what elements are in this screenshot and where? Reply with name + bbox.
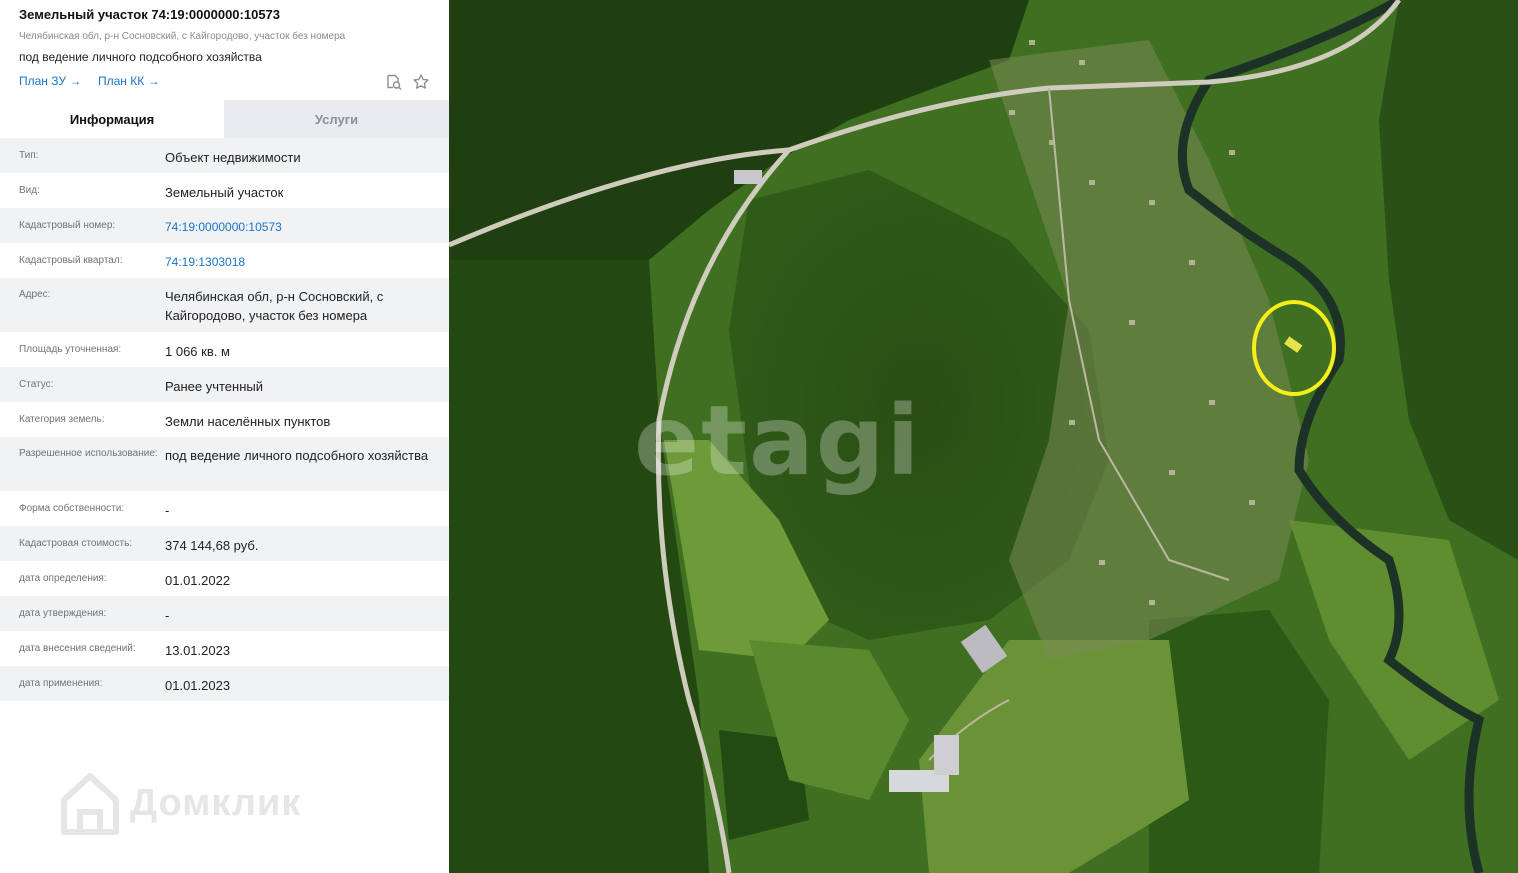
- info-row-label: Кадастровая стоимость:: [19, 538, 133, 549]
- info-row-value: 01.01.2022: [165, 573, 231, 588]
- info-row-label: Площадь уточненная:: [19, 344, 122, 355]
- info-row-label: дата утверждения:: [19, 608, 107, 619]
- info-row-value: под ведение личного подсобного хозяйства: [165, 448, 429, 463]
- info-row-value: 13.01.2023: [165, 643, 231, 658]
- satellite-map[interactable]: etagi: [449, 0, 1518, 873]
- plan-kk-link[interactable]: План КК →: [98, 74, 160, 88]
- search-doc-icon[interactable]: [385, 73, 403, 91]
- info-row: дата определения: 01.01.2022: [0, 561, 449, 596]
- map-canvas[interactable]: [449, 0, 1518, 873]
- info-row-value: Ранее учтенный: [165, 379, 263, 394]
- tab-bar: Информация Услуги: [0, 100, 449, 138]
- info-row-label: Категория земель:: [19, 414, 105, 425]
- info-row-value: 374 144,68 руб.: [165, 538, 259, 553]
- info-row-label: Кадастровый номер:: [19, 220, 116, 231]
- info-row-link[interactable]: 74:19:0000000:10573: [165, 218, 435, 237]
- info-row-value: 1 066 кв. м: [165, 344, 230, 359]
- info-row-value: -: [165, 608, 170, 623]
- info-row: Вид: Земельный участок: [0, 173, 449, 208]
- house-logo-icon: [61, 773, 119, 835]
- tab-information[interactable]: Информация: [0, 100, 224, 138]
- info-row-value: -: [165, 503, 170, 518]
- info-panel: Земельный участок 74:19:0000000:10573 Че…: [0, 0, 449, 873]
- etagi-watermark: etagi: [634, 385, 922, 497]
- object-title: Земельный участок 74:19:0000000:10573: [19, 7, 281, 22]
- info-row: Адрес: Челябинская обл, р-н Сосновский, с…: [0, 278, 449, 332]
- info-row-link[interactable]: 74:19:1303018: [165, 253, 435, 272]
- info-row-label: Вид:: [19, 185, 40, 196]
- info-row-value: Челябинская обл, р-н Сосновский, с Кайго…: [165, 289, 384, 323]
- info-row-label: Форма собственности:: [19, 503, 125, 514]
- info-row-label: дата внесения сведений:: [19, 643, 136, 654]
- info-row-label: дата определения:: [19, 573, 107, 584]
- info-row: Разрешенное использование: под ведение ли…: [0, 437, 449, 491]
- info-row: дата применения: 01.01.2023: [0, 666, 449, 701]
- object-address: Челябинская обл, р-н Сосновский, с Кайго…: [19, 31, 346, 42]
- info-row: Кадастровый квартал: 74:19:1303018: [0, 243, 449, 278]
- domclick-watermark: Домклик: [60, 770, 301, 836]
- info-row-value: Земельный участок: [165, 185, 284, 200]
- info-row-label: Разрешенное использование:: [19, 448, 158, 459]
- info-row: Тип: Объект недвижимости: [0, 138, 449, 173]
- object-usage: под ведение личного подсобного хозяйства: [19, 50, 262, 64]
- tab-services[interactable]: Услуги: [224, 100, 449, 138]
- info-row-label: Статус:: [19, 379, 54, 390]
- info-row-value: Объект недвижимости: [165, 150, 301, 165]
- info-row: дата внесения сведений: 13.01.2023: [0, 631, 449, 666]
- info-row-label: Адрес:: [19, 289, 51, 300]
- info-row-label: дата применения:: [19, 678, 103, 689]
- info-row-value: 01.01.2023: [165, 678, 231, 693]
- properties-table: Тип: Объект недвижимости Вид: Земельный уча…: [0, 138, 449, 701]
- info-row: Кадастровая стоимость: 374 144,68 руб.: [0, 526, 449, 561]
- info-row: Кадастровый номер: 74:19:0000000:10573: [0, 208, 449, 243]
- star-icon[interactable]: [412, 73, 430, 91]
- plan-zu-link[interactable]: План ЗУ →: [19, 74, 81, 88]
- info-row-label: Кадастровый квартал:: [19, 255, 123, 266]
- info-row: Статус: Ранее учтенный: [0, 367, 449, 402]
- info-row: Площадь уточненная: 1 066 кв. м: [0, 332, 449, 367]
- info-row-value: Земли населённых пунктов: [165, 414, 331, 429]
- info-row: Категория земель: Земли населённых пункто…: [0, 402, 449, 437]
- domclick-watermark-text: Домклик: [130, 781, 302, 824]
- info-row: Форма собственности: -: [0, 491, 449, 526]
- info-row: дата утверждения: -: [0, 596, 449, 631]
- info-row-label: Тип:: [19, 150, 39, 161]
